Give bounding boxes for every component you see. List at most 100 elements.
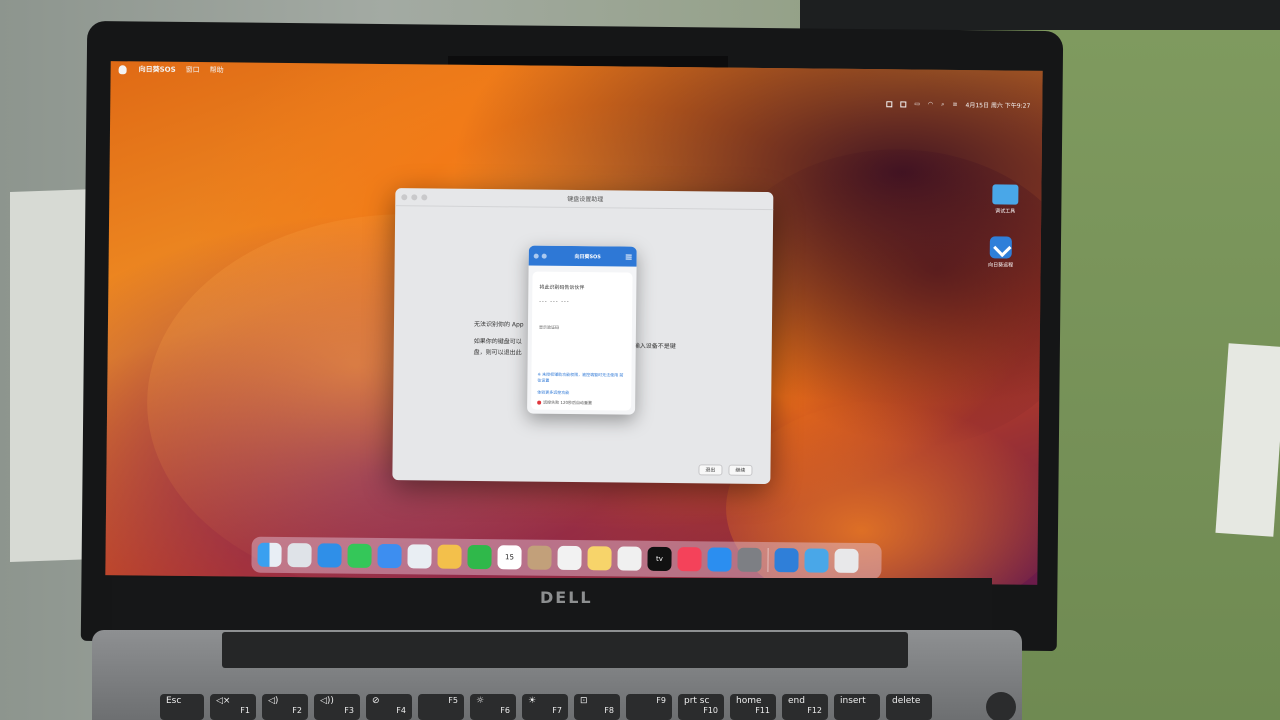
search-icon[interactable]: ⌕ xyxy=(941,100,944,108)
key-label: ⊘ xyxy=(372,696,380,706)
calendar-icon[interactable]: 15 xyxy=(497,545,522,570)
function-key-row: Esc ◁× F1 ◁) F2 ◁)) F3 ⊘ F4 F5 ☼ F6 ☀ F7 ⊡ F8 F9 prt sc F1… xyxy=(160,694,932,720)
mail-icon[interactable] xyxy=(377,543,402,569)
keyboard-key[interactable]: F9 xyxy=(626,694,672,720)
notes-icon[interactable] xyxy=(587,546,612,571)
more-features-link[interactable]: 体验更多远控功能 xyxy=(537,390,569,396)
status-footer-text: 远控失败 120秒后自动重置 xyxy=(543,399,593,406)
reminders-icon[interactable] xyxy=(557,545,582,571)
key-label: ☼ xyxy=(476,696,485,706)
quit-button[interactable]: 退出 xyxy=(698,464,723,476)
menu-icon[interactable] xyxy=(625,254,632,260)
keyboard-key[interactable]: ⊡ F8 xyxy=(574,694,620,720)
close-button[interactable] xyxy=(533,253,539,259)
key-label: ◁)) xyxy=(320,696,334,706)
system-settings-icon[interactable] xyxy=(737,547,762,572)
keyboard-key[interactable]: prt sc F10 xyxy=(678,694,724,720)
screen-mirror-icon[interactable] xyxy=(886,100,893,107)
sos-title: 向日葵SOS xyxy=(574,253,601,260)
clock[interactable]: 4月15日 周六 下午9:27 xyxy=(966,100,1031,110)
sos-titlebar: 向日葵SOS xyxy=(528,245,637,267)
contacts-icon[interactable] xyxy=(527,545,552,570)
minimize-button[interactable] xyxy=(541,253,547,259)
launchpad-icon[interactable] xyxy=(287,543,312,568)
input-source-icon[interactable] xyxy=(900,100,907,107)
app-store-icon[interactable] xyxy=(707,547,732,572)
power-button[interactable] xyxy=(986,692,1016,720)
window-controls xyxy=(401,193,428,200)
music-icon[interactable] xyxy=(677,547,702,572)
key-label: delete xyxy=(892,696,921,706)
messages-icon[interactable] xyxy=(347,543,372,568)
key-sublabel: F8 xyxy=(604,706,614,715)
finder-icon[interactable] xyxy=(257,542,282,567)
code-label: 将此识别码告诉伙伴 xyxy=(539,284,585,292)
menu-window[interactable]: 窗口 xyxy=(186,65,200,75)
keyboard-key[interactable]: ⊘ F4 xyxy=(366,694,412,720)
key-label: insert xyxy=(840,696,866,706)
keyboard-key[interactable]: ◁× F1 xyxy=(210,694,256,720)
folder-icon xyxy=(992,184,1019,205)
permission-notice[interactable]: ※ 未授权辅助功能权限，被控端暂时无法使用 前往设置 xyxy=(537,372,625,385)
close-button[interactable] xyxy=(401,193,408,200)
keyboard-key[interactable]: ☼ F6 xyxy=(470,694,516,720)
freeform-icon[interactable] xyxy=(617,546,642,571)
status-area: ▭ ◠ ⌕ ≡ 4月15日 周六 下午9:27 xyxy=(886,99,1030,110)
control-center-icon[interactable]: ≡ xyxy=(952,101,957,108)
keyboard-key[interactable]: home F11 xyxy=(730,694,776,720)
keyboard-key[interactable]: ◁)) F3 xyxy=(314,694,360,720)
key-sublabel: F1 xyxy=(240,706,250,715)
key-sublabel: F10 xyxy=(703,706,718,715)
keyboard-key[interactable]: ◁) F2 xyxy=(262,694,308,720)
continue-button[interactable]: 继续 xyxy=(728,464,753,476)
key-label: ☀ xyxy=(528,696,537,706)
key-sublabel: F12 xyxy=(807,706,822,715)
key-label: ⊡ xyxy=(580,696,588,706)
brand-logo: DELL xyxy=(540,588,593,607)
key-label: ◁) xyxy=(268,696,279,706)
tv-icon[interactable]: tv xyxy=(647,546,672,572)
laptop-screen: 向日葵SOS 窗口 帮助 ▭ ◠ ⌕ ≡ 4月15日 周六 下午9:27 调试工… xyxy=(105,61,1043,585)
keyboard-key[interactable]: delete xyxy=(886,694,932,720)
desktop-app-sunlogin[interactable]: 向日葵远程 xyxy=(981,236,1021,269)
dock-divider xyxy=(767,548,769,573)
key-sublabel: F5 xyxy=(448,696,458,705)
minimize-button[interactable] xyxy=(411,193,418,200)
key-label: prt sc xyxy=(684,696,710,706)
status-footer: 远控失败 120秒后自动重置 xyxy=(537,400,592,407)
key-sublabel: F7 xyxy=(552,706,562,715)
downloads-icon[interactable] xyxy=(804,548,829,573)
keyboard-key[interactable]: ☀ F7 xyxy=(522,694,568,720)
keyboard-key[interactable]: insert xyxy=(834,694,880,720)
dock: 15 tv xyxy=(251,536,882,580)
menu-app-name[interactable]: 向日葵SOS xyxy=(139,64,176,74)
keyboard-key[interactable]: end F12 xyxy=(782,694,828,720)
apple-logo-icon[interactable] xyxy=(118,64,127,74)
wifi-icon[interactable]: ◠ xyxy=(928,101,933,108)
background-monitor xyxy=(800,0,1280,30)
window-title: 键盘设置助理 xyxy=(567,195,604,204)
photos-icon[interactable] xyxy=(437,544,462,569)
key-sublabel: F11 xyxy=(755,706,770,715)
keyboard-key[interactable]: Esc xyxy=(160,694,204,720)
maps-icon[interactable] xyxy=(407,544,432,569)
key-sublabel: F4 xyxy=(396,706,406,715)
setup-message-right: 输入设备不是键 xyxy=(633,342,676,351)
sunlogin-dock-icon[interactable] xyxy=(774,548,799,573)
key-sublabel: F6 xyxy=(500,706,510,715)
show-code-link[interactable]: 显示验证码 xyxy=(539,325,559,331)
trash-icon[interactable] xyxy=(834,548,859,573)
hinge xyxy=(222,632,908,668)
safari-icon[interactable] xyxy=(317,543,342,568)
sunlogin-icon xyxy=(989,236,1012,259)
key-label: Esc xyxy=(166,696,182,706)
facetime-icon[interactable] xyxy=(467,544,492,570)
keyboard-key[interactable]: F5 xyxy=(418,694,464,720)
desktop-folder-label: 调试工具 xyxy=(995,208,1016,215)
desktop-folder[interactable]: 调试工具 xyxy=(985,184,1025,215)
menu-help[interactable]: 帮助 xyxy=(210,65,224,75)
battery-icon[interactable]: ▭ xyxy=(914,101,920,108)
status-dot-icon xyxy=(537,400,542,405)
key-label: ◁× xyxy=(216,696,231,706)
identification-code[interactable]: --- --- --- xyxy=(539,299,569,305)
